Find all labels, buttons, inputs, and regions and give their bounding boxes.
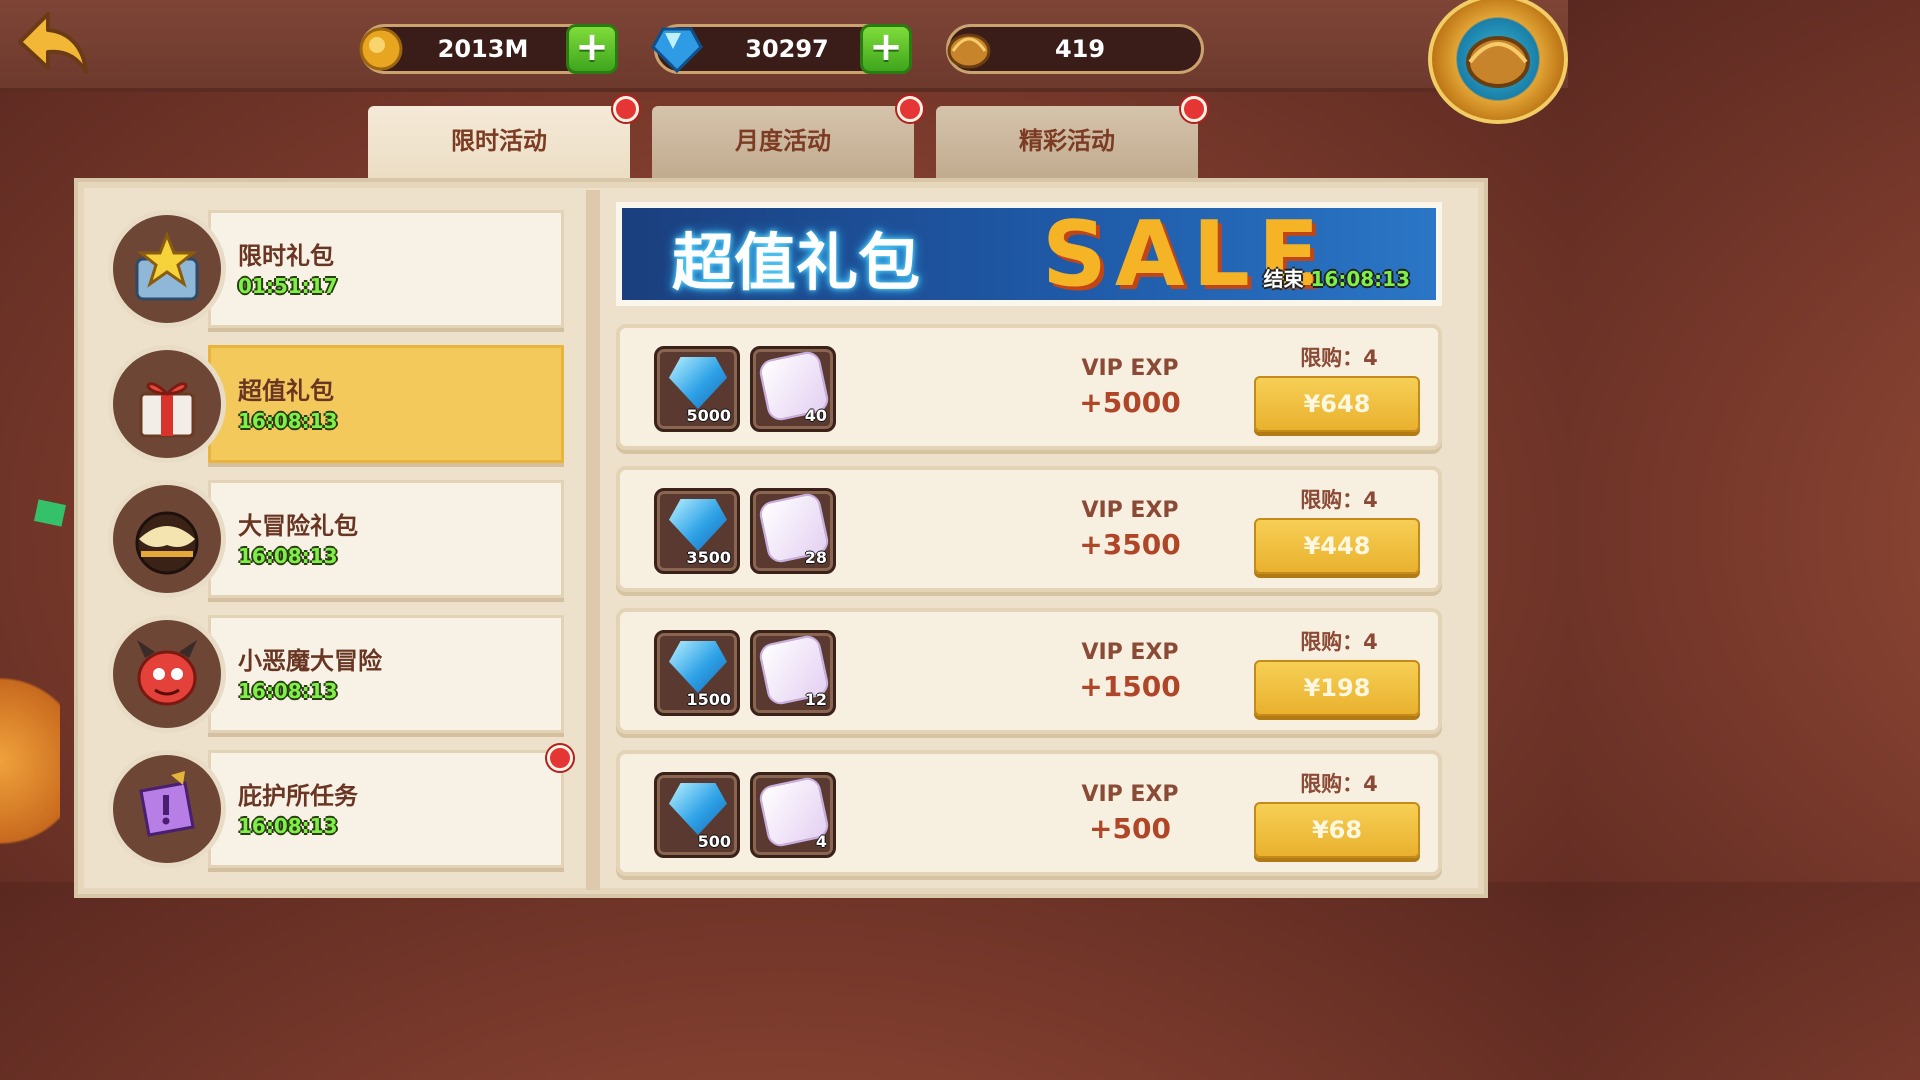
dice-reward-tile: 4 — [750, 772, 836, 858]
gem-counter: 30297 + — [651, 23, 912, 75]
blue-gem-icon — [669, 641, 727, 693]
shell-counter: 419 — [946, 24, 1204, 74]
reward-quantity: 5000 — [686, 406, 731, 425]
tab-label: 精彩活动 — [1019, 127, 1115, 155]
end-time: 16:08:13 — [1310, 267, 1411, 291]
reward-quantity: 4 — [815, 832, 827, 851]
purchase-limit: 限购：4 — [1300, 488, 1378, 512]
confetti-decoration — [34, 499, 66, 527]
sidebar-item-timer: 01:51:17 — [238, 274, 338, 298]
buy-button[interactable]: ¥68 — [1254, 802, 1420, 858]
dice-reward-tile: 12 — [750, 630, 836, 716]
back-button[interactable] — [14, 8, 94, 78]
offer-row: 500 4 VIP EXP +500 限购：4 ¥68 — [616, 750, 1442, 876]
vip-exp-value: +5000 — [1079, 386, 1181, 419]
offer-row: 5000 40 VIP EXP +5000 限购：4 ¥648 — [616, 324, 1442, 450]
gold-counter: 2013M + — [357, 23, 618, 75]
buy-button[interactable]: ¥198 — [1254, 660, 1420, 716]
purchase-limit: 限购：4 — [1300, 630, 1378, 654]
reward-quantity: 28 — [804, 548, 827, 567]
vip-exp-label: VIP EXP — [1081, 498, 1179, 523]
vip-exp-label: VIP EXP — [1081, 640, 1179, 665]
gem-reward-tile: 3500 — [654, 488, 740, 574]
sidebar-item-label: 小恶魔大冒险 — [238, 647, 382, 675]
gem-reward-tile: 1500 — [654, 630, 740, 716]
tab-featured[interactable]: 精彩活动 — [936, 106, 1198, 186]
notification-dot — [547, 745, 573, 771]
notification-dot — [1181, 96, 1207, 122]
sidebar-item-value-pack[interactable]: 超值礼包 16:08:13 — [108, 345, 564, 463]
reward-quantity: 40 — [804, 406, 827, 425]
sidebar-item-timer: 16:08:13 — [238, 544, 338, 568]
tab-label: 月度活动 — [735, 127, 831, 155]
offer-row: 1500 12 VIP EXP +1500 限购：4 ¥198 — [616, 608, 1442, 734]
promo-banner: SALE 超值礼包 结束 16:08:13 — [616, 202, 1442, 306]
banner-title: 超值礼包 — [672, 226, 921, 299]
sidebar-item-label: 超值礼包 — [238, 377, 334, 405]
shell-value: 419 — [1054, 35, 1106, 63]
reward-quantity: 500 — [697, 832, 731, 851]
gem-value: 30297 — [745, 35, 829, 63]
sidebar-item-label: 大冒险礼包 — [238, 512, 358, 540]
dice-reward-tile: 28 — [750, 488, 836, 574]
sidebar-item-timer: 16:08:13 — [238, 814, 338, 838]
blue-gem-icon — [669, 357, 727, 409]
vip-exp-value: +500 — [1089, 812, 1171, 845]
autumn-tree-decoration — [0, 640, 60, 882]
tab-limited-time[interactable]: 限时活动 — [368, 106, 630, 186]
gem-reward-tile: 500 — [654, 772, 740, 858]
buy-button[interactable]: ¥448 — [1254, 518, 1420, 574]
gift-box-icon — [108, 345, 226, 463]
tab-label: 限时活动 — [451, 127, 547, 155]
add-gold-button[interactable]: + — [566, 24, 618, 74]
panel-divider — [586, 190, 600, 890]
reward-quantity: 12 — [804, 690, 827, 709]
sidebar-item-timer: 16:08:13 — [238, 679, 338, 703]
vip-exp-value: +1500 — [1079, 670, 1181, 703]
donut-icon — [108, 480, 226, 598]
little-devil-icon — [108, 615, 226, 733]
reward-quantity: 1500 — [686, 690, 731, 709]
gold-coin-icon — [357, 23, 409, 75]
sidebar-item-adventure-pack[interactable]: 大冒险礼包 16:08:13 — [108, 480, 564, 598]
notification-dot — [613, 96, 639, 122]
buy-button[interactable]: ¥648 — [1254, 376, 1420, 432]
purchase-limit: 限购：4 — [1300, 346, 1378, 370]
end-label: 结束 — [1263, 267, 1304, 291]
blue-gem-icon — [669, 499, 727, 551]
gem-reward-tile: 5000 — [654, 346, 740, 432]
add-gems-button[interactable]: + — [860, 24, 912, 74]
plus-icon: + — [869, 24, 903, 70]
quest-scroll-icon — [108, 750, 226, 868]
sidebar-item-little-devil[interactable]: 小恶魔大冒险 16:08:13 — [108, 615, 564, 733]
tab-monthly[interactable]: 月度活动 — [652, 106, 914, 186]
sidebar-item-label: 限时礼包 — [238, 242, 334, 270]
shell-emblem-icon — [1466, 36, 1530, 88]
reward-quantity: 3500 — [686, 548, 731, 567]
vip-exp-value: +3500 — [1079, 528, 1181, 561]
vip-exp-label: VIP EXP — [1081, 356, 1179, 381]
back-arrow-icon — [18, 12, 88, 74]
blue-gem-icon — [669, 783, 727, 835]
dice-reward-tile: 40 — [750, 346, 836, 432]
plus-icon: + — [575, 24, 609, 70]
banner-end-time: 结束 16:08:13 — [1264, 263, 1410, 292]
vip-exp-label: VIP EXP — [1081, 782, 1179, 807]
gold-value: 2013M — [437, 35, 529, 63]
blue-gem-icon — [651, 23, 703, 75]
purchase-limit: 限购：4 — [1300, 772, 1378, 796]
event-coin-badge[interactable] — [1428, 0, 1568, 124]
star-chest-icon — [108, 210, 226, 328]
offer-row: 3500 28 VIP EXP +3500 限购：4 ¥448 — [616, 466, 1442, 592]
sidebar-item-shelter-quest[interactable]: 庇护所任务 16:08:13 — [108, 750, 564, 868]
notification-dot — [897, 96, 923, 122]
shell-icon — [943, 23, 995, 75]
sidebar-item-label: 庇护所任务 — [238, 782, 358, 810]
sidebar-item-limited-pack[interactable]: 限时礼包 01:51:17 — [108, 210, 564, 328]
sidebar-item-timer: 16:08:13 — [238, 409, 338, 433]
